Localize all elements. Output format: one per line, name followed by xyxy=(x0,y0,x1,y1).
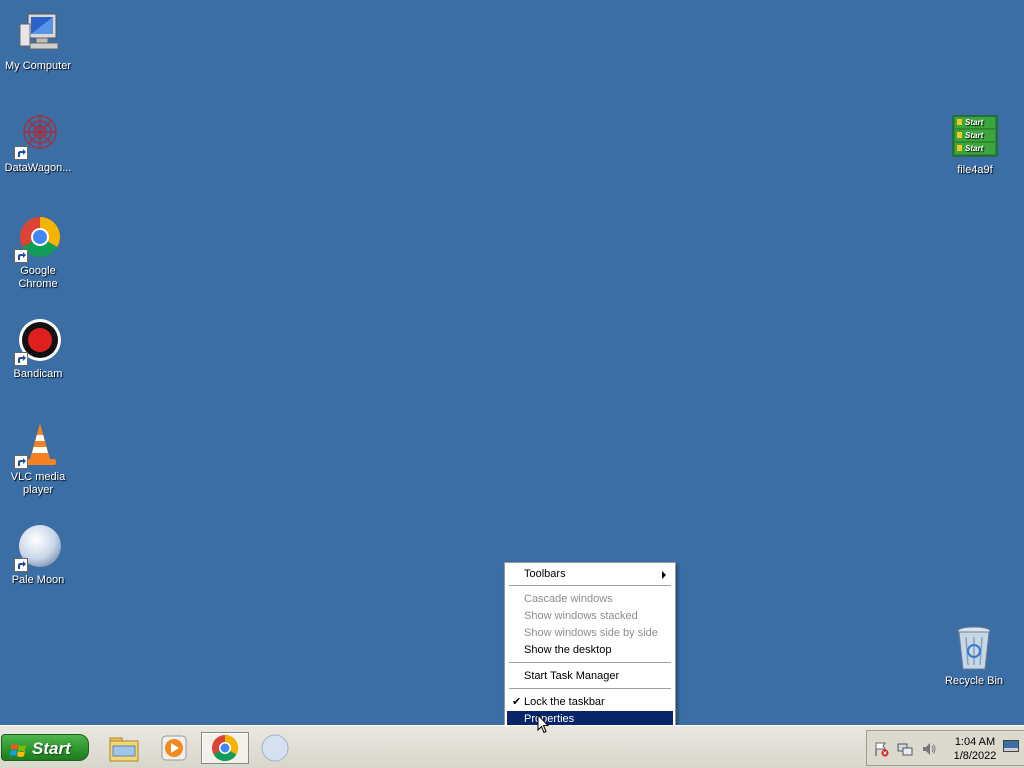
menu-item-cascade-windows[interactable]: Cascade windows xyxy=(507,591,673,608)
quicklaunch-explorer-button[interactable] xyxy=(107,732,141,764)
desktop-icon-datawagon[interactable]: DataWagon... xyxy=(0,112,76,175)
desktop-icon-file4a9f[interactable]: Start Start Start file4a9f xyxy=(937,114,1013,177)
start-button[interactable]: Start xyxy=(1,734,89,761)
windows-flag-icon xyxy=(10,740,28,767)
lock-taskbar-label: Lock the taskbar xyxy=(524,696,605,708)
show-desktop-button[interactable] xyxy=(1003,740,1019,752)
desktop-icon-pale-moon[interactable]: Pale Moon xyxy=(0,524,76,587)
desktop-icon-my-computer[interactable]: My Computer xyxy=(0,10,76,73)
mouse-cursor-icon xyxy=(537,713,550,737)
shortcut-arrow-icon xyxy=(14,455,28,469)
checkmark-icon: ✔ xyxy=(512,696,522,708)
menu-separator xyxy=(509,585,671,587)
datawagon-icon xyxy=(14,112,62,160)
vlc-label-line1: VLC media xyxy=(10,471,66,483)
task-manager-label: Start Task Manager xyxy=(524,670,620,682)
pale-moon-icon xyxy=(14,524,62,572)
desktop-icon-bandicam[interactable]: Bandicam xyxy=(0,318,76,381)
desktop-icon-recycle-bin[interactable]: Recycle Bin xyxy=(936,625,1012,688)
pale-moon-label: Pale Moon xyxy=(11,574,65,586)
quicklaunch-media-player-button[interactable] xyxy=(157,732,191,764)
toolbars-label: Toolbars xyxy=(524,568,566,580)
stacked-label: Show windows stacked xyxy=(524,610,638,622)
shortcut-arrow-icon xyxy=(14,352,28,366)
start-label: Start xyxy=(32,739,71,758)
menu-separator xyxy=(509,662,671,664)
chrome-icon xyxy=(212,734,239,762)
folder-icon xyxy=(109,737,139,762)
taskbar[interactable]: Start 1:04 AM 1/8/2022 xyxy=(0,725,1024,768)
desktop-icon-google-chrome[interactable]: Google Chrome xyxy=(0,215,76,291)
menu-item-toolbars[interactable]: Toolbars xyxy=(507,566,673,583)
menu-separator xyxy=(509,688,671,690)
system-tray: 1:04 AM 1/8/2022 xyxy=(866,730,1024,766)
vlc-label-line2: player xyxy=(23,484,53,496)
menu-item-show-windows-side-by-side[interactable]: Show windows side by side xyxy=(507,625,673,642)
file4a9f-label: file4a9f xyxy=(957,164,993,176)
action-center-flag-icon[interactable] xyxy=(873,741,889,760)
shortcut-arrow-icon xyxy=(14,249,28,263)
menu-item-show-desktop[interactable]: Show the desktop xyxy=(507,642,673,659)
datawagon-label: DataWagon... xyxy=(4,162,72,174)
chrome-label: Google Chrome xyxy=(18,265,58,290)
file-start-text-3: Start xyxy=(965,144,984,153)
bandicam-icon xyxy=(14,318,62,366)
cascade-label: Cascade windows xyxy=(524,593,613,605)
network-icon[interactable] xyxy=(897,741,913,760)
pale-moon-icon xyxy=(261,734,289,762)
menu-item-start-task-manager[interactable]: Start Task Manager xyxy=(507,668,673,685)
properties-label: Properties xyxy=(524,713,575,725)
shortcut-arrow-icon xyxy=(14,558,28,572)
submenu-arrow-icon xyxy=(662,571,666,579)
vlc-cone-icon xyxy=(14,421,62,469)
clock[interactable]: 1:04 AM 1/8/2022 xyxy=(945,735,1005,763)
my-computer-label: My Computer xyxy=(4,60,72,72)
recycle-bin-icon xyxy=(950,625,998,673)
taskbar-chrome-button[interactable] xyxy=(201,732,249,764)
file-image-icon: Start Start Start xyxy=(951,114,999,162)
volume-icon[interactable] xyxy=(921,741,937,760)
show-desktop-label: Show the desktop xyxy=(524,644,612,656)
desktop-icon-vlc[interactable]: VLC media player xyxy=(0,421,76,497)
clock-date: 1/8/2022 xyxy=(953,750,997,762)
bandicam-label: Bandicam xyxy=(13,368,63,380)
show-desktop-icon xyxy=(1003,740,1019,752)
file-start-text-2: Start xyxy=(965,131,984,140)
menu-item-show-windows-stacked[interactable]: Show windows stacked xyxy=(507,608,673,625)
file-start-text-1: Start xyxy=(965,118,984,127)
quicklaunch-pale-moon-button[interactable] xyxy=(258,732,292,764)
clock-time: 1:04 AM xyxy=(954,736,996,748)
recycle-bin-label: Recycle Bin xyxy=(944,675,1004,687)
media-player-icon xyxy=(161,735,187,761)
taskbar-context-menu: Toolbars Cascade windows Show windows st… xyxy=(504,562,676,730)
computer-icon xyxy=(14,10,62,58)
menu-item-lock-taskbar[interactable]: ✔ Lock the taskbar xyxy=(507,694,673,711)
chrome-icon xyxy=(14,215,62,263)
side-by-side-label: Show windows side by side xyxy=(524,627,658,639)
shortcut-arrow-icon xyxy=(14,146,28,160)
